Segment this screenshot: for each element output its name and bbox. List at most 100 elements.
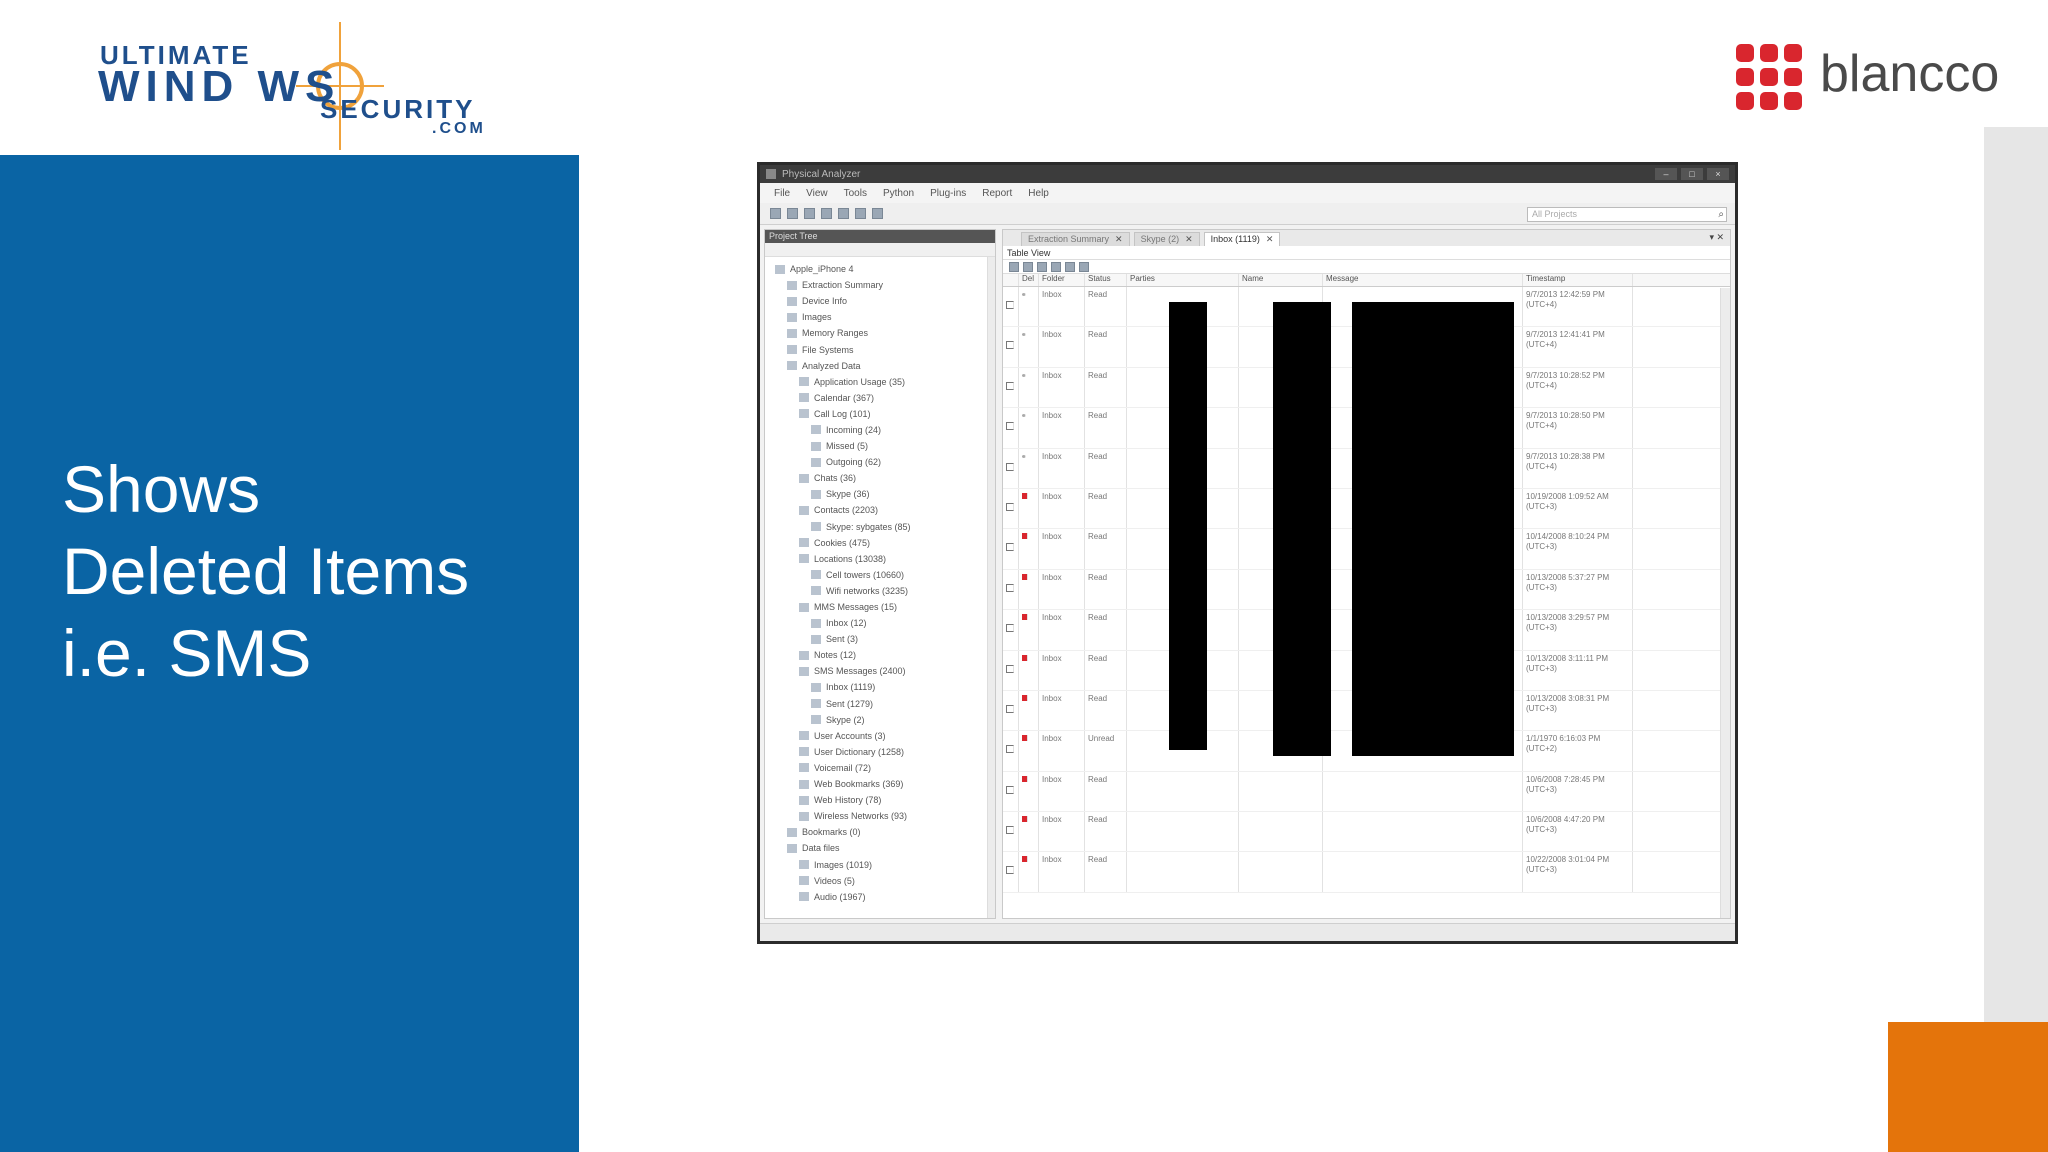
row-checkbox[interactable]	[1003, 771, 1019, 812]
menu-python[interactable]: Python	[883, 188, 914, 199]
checkbox-icon[interactable]	[1006, 422, 1014, 431]
checkbox-icon[interactable]	[1006, 624, 1014, 633]
tree-item[interactable]: Skype (36)	[765, 486, 995, 502]
tree-item[interactable]: Device Info	[765, 293, 995, 309]
menu-plugins[interactable]: Plug-ins	[930, 188, 966, 199]
row-checkbox[interactable]	[1003, 569, 1019, 610]
tree-item[interactable]: Cell towers (10660)	[765, 567, 995, 583]
checkbox-icon[interactable]	[1006, 583, 1014, 592]
row-checkbox[interactable]	[1003, 488, 1019, 529]
checkbox-icon[interactable]	[1006, 785, 1014, 794]
maximize-button[interactable]: □	[1681, 168, 1703, 180]
checkbox-icon[interactable]	[1006, 745, 1014, 754]
tree-item[interactable]: Data files	[765, 840, 995, 856]
table-view-label[interactable]: Table View	[1003, 246, 1730, 260]
checkbox-icon[interactable]	[1006, 543, 1014, 552]
col-timestamp[interactable]: Timestamp	[1523, 274, 1633, 286]
tree-item[interactable]: Web Bookmarks (369)	[765, 776, 995, 792]
tab-extraction-summary[interactable]: Extraction Summary ✕	[1021, 232, 1130, 246]
tree-item[interactable]: Sent (1279)	[765, 696, 995, 712]
checkbox-icon[interactable]	[1006, 664, 1014, 673]
tree-item[interactable]: Cookies (475)	[765, 535, 995, 551]
col-check[interactable]	[1003, 274, 1019, 286]
tree-item[interactable]: Skype: sybgates (85)	[765, 519, 995, 535]
checkbox-icon[interactable]	[1006, 502, 1014, 511]
tree-item[interactable]: Apple_iPhone 4	[765, 261, 995, 277]
tree-scrollbar[interactable]	[987, 257, 995, 918]
tree-item[interactable]: Locations (13038)	[765, 551, 995, 567]
close-icon[interactable]: ✕	[1115, 234, 1123, 244]
tree-item[interactable]: Bookmarks (0)	[765, 824, 995, 840]
row-checkbox[interactable]	[1003, 529, 1019, 569]
report-icon[interactable]	[1079, 261, 1089, 272]
tree-item[interactable]: Sent (3)	[765, 631, 995, 647]
tree-item[interactable]: Extraction Summary	[765, 277, 995, 293]
close-icon[interactable]: ✕	[1266, 234, 1274, 244]
tree-item[interactable]: User Dictionary (1258)	[765, 744, 995, 760]
tree-item[interactable]: Inbox (1119)	[765, 679, 995, 695]
checkbox-icon[interactable]	[1006, 381, 1014, 390]
menu-tools[interactable]: Tools	[844, 188, 867, 199]
refresh-icon[interactable]	[821, 208, 832, 219]
table-scrollbar[interactable]	[1720, 288, 1730, 918]
save-icon[interactable]	[787, 208, 798, 219]
row-checkbox[interactable]	[1003, 650, 1019, 690]
row-checkbox[interactable]	[1003, 408, 1019, 448]
tree-item[interactable]: Chats (36)	[765, 470, 995, 486]
tree-item[interactable]: Notes (12)	[765, 647, 995, 663]
tree-item[interactable]: Outgoing (62)	[765, 454, 995, 470]
tree-item[interactable]: Memory Ranges	[765, 325, 995, 341]
checkbox-icon[interactable]	[1006, 704, 1014, 713]
menu-help[interactable]: Help	[1028, 188, 1049, 199]
tree-item[interactable]: Missed (5)	[765, 438, 995, 454]
tree-item[interactable]: Audio (1967)	[765, 889, 995, 905]
menu-file[interactable]: File	[774, 188, 790, 199]
export-icon[interactable]	[1023, 261, 1033, 272]
row-checkbox[interactable]	[1003, 327, 1019, 367]
row-checkbox[interactable]	[1003, 852, 1019, 892]
menu-view[interactable]: View	[806, 188, 828, 199]
checkbox-icon[interactable]	[1006, 866, 1014, 875]
tree-item[interactable]: Wifi networks (3235)	[765, 583, 995, 599]
filter-icon[interactable]	[1009, 261, 1019, 272]
col-parties[interactable]: Parties	[1127, 274, 1239, 286]
col-folder[interactable]: Folder	[1039, 274, 1085, 286]
col-deleted[interactable]: Del	[1019, 274, 1039, 286]
checkbox-icon[interactable]	[1006, 341, 1014, 350]
edit-icon[interactable]	[838, 208, 849, 219]
menu-report[interactable]: Report	[982, 188, 1012, 199]
table-row[interactable]: Inbox Read 10/6/2008 4:47:20 PM (UTC+3)	[1003, 812, 1730, 853]
row-checkbox[interactable]	[1003, 448, 1019, 488]
minimize-button[interactable]: –	[1655, 168, 1677, 180]
search-icon[interactable]: ⌕	[1718, 208, 1724, 221]
tree-item[interactable]: Images	[765, 309, 995, 325]
checkbox-icon[interactable]	[1006, 301, 1014, 309]
row-checkbox[interactable]	[1003, 287, 1019, 327]
checkbox-icon[interactable]	[1006, 826, 1014, 835]
columns-icon[interactable]	[1037, 261, 1047, 272]
row-checkbox[interactable]	[1003, 812, 1019, 852]
tree-item[interactable]: Call Log (101)	[765, 406, 995, 422]
close-icon[interactable]: ✕	[1185, 234, 1193, 244]
table-row[interactable]: Inbox Read 10/22/2008 3:01:04 PM (UTC+3)	[1003, 852, 1730, 893]
tree-item[interactable]: Skype (2)	[765, 712, 995, 728]
checkbox-icon[interactable]	[1006, 462, 1014, 471]
tree-item[interactable]: Web History (78)	[765, 792, 995, 808]
copy-icon[interactable]	[1051, 261, 1061, 272]
open-icon[interactable]	[770, 208, 781, 219]
row-checkbox[interactable]	[1003, 367, 1019, 408]
tree-item[interactable]: SMS Messages (2400)	[765, 663, 995, 679]
tree-item[interactable]: Analyzed Data	[765, 358, 995, 374]
chart-icon[interactable]	[1065, 261, 1075, 272]
tab-skype[interactable]: Skype (2) ✕	[1133, 232, 1200, 246]
table-row[interactable]: Inbox Read 10/6/2008 7:28:45 PM (UTC+3)	[1003, 771, 1730, 813]
search-input[interactable]: All Projects ⌕	[1527, 207, 1727, 222]
tree-item[interactable]: Calendar (367)	[765, 390, 995, 406]
tree-item[interactable]: Voicemail (72)	[765, 760, 995, 776]
tree-item[interactable]: Wireless Networks (93)	[765, 808, 995, 824]
tree-item[interactable]: User Accounts (3)	[765, 728, 995, 744]
col-name[interactable]: Name	[1239, 274, 1323, 286]
print-icon[interactable]	[804, 208, 815, 219]
tag-icon[interactable]	[872, 208, 883, 219]
link-icon[interactable]	[855, 208, 866, 219]
